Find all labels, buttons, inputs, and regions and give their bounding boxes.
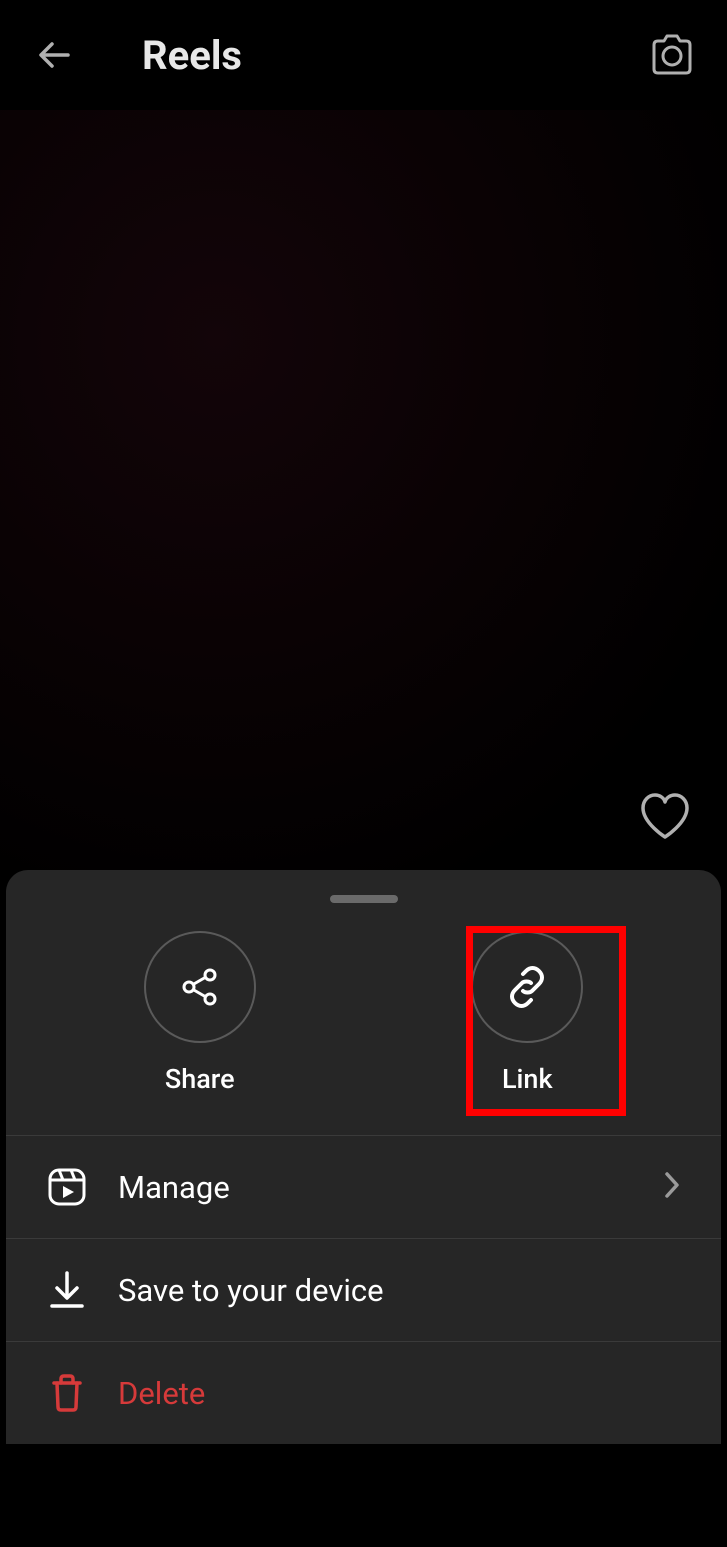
link-circle [471, 931, 583, 1043]
heart-icon [638, 791, 692, 841]
bottom-sheet: Share Link Mana [6, 870, 721, 1444]
manage-button[interactable]: Manage [6, 1136, 721, 1239]
camera-icon [648, 33, 696, 77]
like-button[interactable] [638, 791, 692, 845]
link-button[interactable]: Link [471, 931, 583, 1095]
drag-handle[interactable] [330, 895, 398, 903]
share-icon [176, 963, 224, 1011]
header: Reels [0, 0, 727, 110]
link-label: Link [502, 1063, 553, 1095]
delete-button[interactable]: Delete [6, 1342, 721, 1444]
page-title: Reels [142, 32, 242, 79]
action-row: Share Link [6, 921, 721, 1135]
link-icon [503, 963, 551, 1011]
back-button[interactable] [30, 30, 80, 80]
reel-content[interactable] [0, 110, 727, 870]
manage-label: Manage [118, 1169, 230, 1206]
menu-list: Manage Save to your device [6, 1135, 721, 1444]
save-button[interactable]: Save to your device [6, 1239, 721, 1342]
save-label: Save to your device [118, 1272, 384, 1309]
reel-icon [46, 1166, 88, 1208]
back-arrow-icon [32, 32, 78, 78]
delete-label: Delete [118, 1375, 205, 1412]
share-circle [144, 931, 256, 1043]
camera-button[interactable] [647, 30, 697, 80]
chevron-right-icon [663, 1170, 681, 1204]
download-icon [46, 1269, 88, 1311]
share-label: Share [165, 1063, 235, 1095]
trash-icon [46, 1372, 88, 1414]
share-button[interactable]: Share [144, 931, 256, 1095]
